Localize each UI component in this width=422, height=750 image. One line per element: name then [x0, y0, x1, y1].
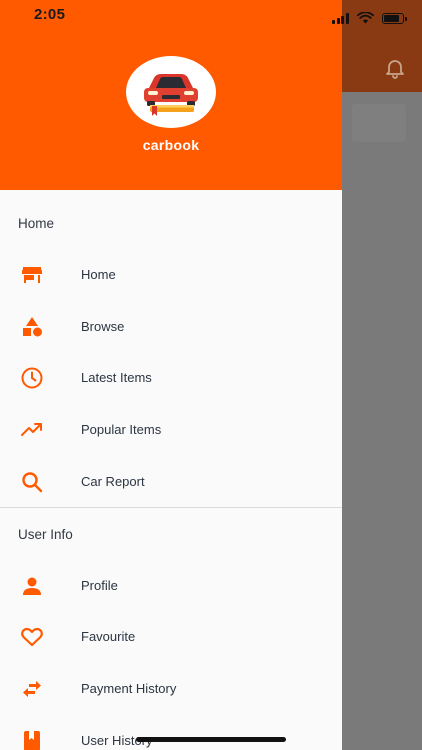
menu-label-favourite: Favourite — [81, 629, 136, 644]
menu-label-popular-items: Popular Items — [81, 422, 162, 437]
menu-item-browse[interactable]: Browse — [0, 302, 342, 352]
clock-icon — [21, 367, 43, 389]
status-bar-time: 2:05 — [34, 6, 66, 23]
store-icon — [22, 267, 42, 283]
wifi-icon — [356, 12, 374, 24]
heart-icon — [21, 627, 43, 647]
home-indicator[interactable] — [136, 737, 286, 742]
person-icon — [23, 577, 41, 595]
status-bar-icons — [332, 12, 407, 24]
menu-item-favourite[interactable]: Favourite — [0, 612, 342, 662]
menu-label-browse: Browse — [81, 319, 125, 334]
brand-name: carbook — [142, 137, 200, 153]
menu-item-popular-items[interactable]: Popular Items — [0, 405, 342, 455]
menu-label-payment-history: Payment History — [81, 681, 177, 696]
shapes-icon — [23, 317, 42, 337]
menu-item-car-report[interactable]: Car Report — [0, 457, 342, 507]
menu-label-home: Home — [81, 267, 116, 282]
section-title-user-info: User Info — [18, 527, 73, 542]
bell-icon[interactable] — [383, 56, 407, 80]
section-divider — [0, 507, 342, 508]
section-title-home: Home — [18, 216, 55, 231]
menu-item-latest-items[interactable]: Latest Items — [0, 353, 342, 403]
trending-up-icon — [21, 423, 42, 436]
book-icon — [24, 731, 40, 750]
search-icon — [22, 472, 43, 493]
navigation-drawer: carbook Home Home Browse Latest Items Po… — [0, 0, 342, 750]
cellular-signal-icon — [332, 12, 349, 24]
menu-item-home[interactable]: Home — [0, 250, 342, 300]
drawer-header: carbook — [0, 0, 342, 190]
menu-item-profile[interactable]: Profile — [0, 561, 342, 611]
menu-label-latest-items: Latest Items — [81, 370, 152, 385]
swap-icon — [23, 681, 41, 697]
brand-logo — [126, 56, 216, 128]
menu-item-payment-history[interactable]: Payment History — [0, 664, 342, 714]
battery-icon — [381, 12, 407, 24]
menu-item-user-history[interactable]: User History — [0, 716, 342, 750]
background-search-bar — [352, 104, 406, 142]
car-book-logo-icon — [144, 74, 198, 116]
menu-label-car-report: Car Report — [81, 474, 145, 489]
menu-label-profile: Profile — [81, 578, 118, 593]
